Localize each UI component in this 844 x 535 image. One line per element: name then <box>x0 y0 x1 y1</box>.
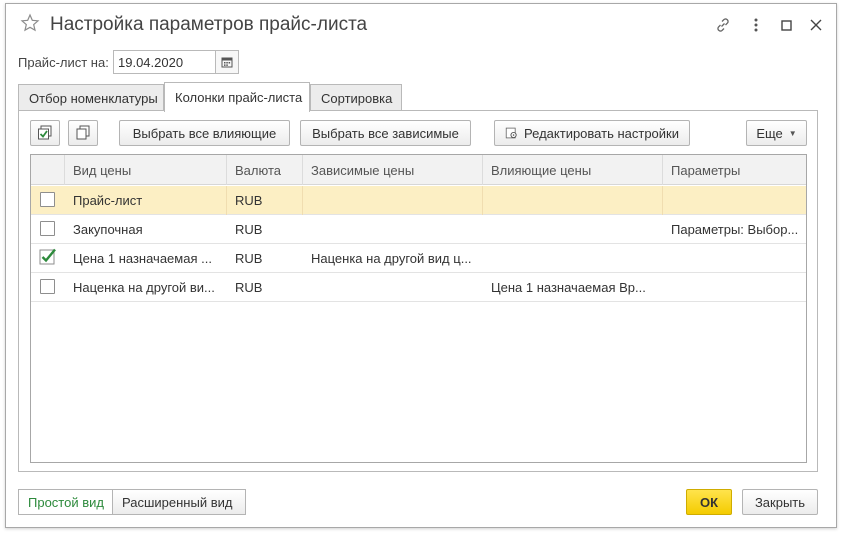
copy-icon <box>76 125 90 140</box>
cell-dependent <box>303 215 483 244</box>
row-checkbox[interactable] <box>40 221 55 236</box>
title-bar: Настройка параметров прайс-листа <box>6 4 836 46</box>
cell-params <box>663 186 806 215</box>
simple-view-button[interactable]: Простой вид <box>18 489 113 515</box>
header-check <box>31 155 65 185</box>
uncheck-all-button[interactable] <box>68 120 98 146</box>
price-columns-table: Вид цены Валюта Зависимые цены Влияющие … <box>30 154 807 463</box>
window-title: Настройка параметров прайс-листа <box>50 14 368 35</box>
header-currency[interactable]: Валюта <box>227 155 303 185</box>
extended-view-button[interactable]: Расширенный вид <box>112 489 246 515</box>
cell-price-type: Наценка на другой ви... <box>73 280 215 295</box>
star-icon[interactable] <box>20 13 40 33</box>
table-row[interactable]: Прайс-лист RUB <box>31 186 806 215</box>
row-checkbox[interactable] <box>40 279 55 294</box>
tab-sorting[interactable]: Сортировка <box>310 84 402 111</box>
close-icon[interactable] <box>807 16 825 34</box>
cell-price-type: Закупочная <box>73 222 143 237</box>
select-all-influencing-button[interactable]: Выбрать все влияющие <box>119 120 290 146</box>
cell-currency: RUB <box>235 251 263 266</box>
tab-nomenclature-filter[interactable]: Отбор номенклатуры <box>18 84 164 111</box>
row-checkbox[interactable] <box>40 192 55 207</box>
cell-price-type: Цена 1 назначаемая ... <box>73 251 212 266</box>
date-label: Прайс-лист на: <box>18 55 109 70</box>
header-params[interactable]: Параметры <box>663 155 806 185</box>
cell-price-type: Прайс-лист <box>65 186 227 215</box>
cell-influencing <box>483 244 663 273</box>
header-influencing[interactable]: Влияющие цены <box>483 155 663 185</box>
select-all-dependent-button[interactable]: Выбрать все зависимые <box>300 120 471 146</box>
calendar-icon <box>221 57 233 68</box>
date-input[interactable] <box>113 50 215 74</box>
edit-settings-button[interactable]: Редактировать настройки <box>494 120 690 146</box>
cell-currency: RUB <box>235 222 263 237</box>
check-all-icon <box>38 125 52 140</box>
cell-influencing: Цена 1 назначаемая Вр... <box>491 280 646 295</box>
header-dependent[interactable]: Зависимые цены <box>303 155 483 185</box>
cell-currency: RUB <box>235 280 263 295</box>
check-all-button[interactable] <box>30 120 60 146</box>
header-price-type[interactable]: Вид цены <box>65 155 227 185</box>
grid-toolbar: Выбрать все влияющие Выбрать все зависим… <box>18 120 807 146</box>
edit-settings-label: Редактировать настройки <box>524 125 679 141</box>
more-label: Еще <box>756 125 783 141</box>
table-header: Вид цены Валюта Зависимые цены Влияющие … <box>31 155 806 185</box>
tab-label: Сортировка <box>321 91 393 106</box>
settings-icon <box>505 127 517 139</box>
cell-currency: RUB <box>227 186 303 215</box>
cell-params <box>663 244 806 273</box>
calendar-button[interactable] <box>215 50 239 74</box>
more-icon[interactable] <box>747 16 765 34</box>
maximize-icon[interactable] <box>777 16 795 34</box>
cell-dependent <box>303 273 483 302</box>
tab-label: Колонки прайс-листа <box>175 90 303 105</box>
tab-price-list-columns[interactable]: Колонки прайс-листа <box>164 82 310 112</box>
cell-dependent: Наценка на другой вид ц... <box>311 251 472 266</box>
checkmark-icon <box>39 248 56 265</box>
dialog-window: Настройка параметров прайс-листа Прайс-л… <box>5 3 837 528</box>
table-row[interactable]: Наценка на другой ви... RUB Цена 1 назна… <box>31 273 806 302</box>
row-checkbox-checked[interactable] <box>39 247 57 268</box>
tab-label: Отбор номенклатуры <box>29 91 158 106</box>
cell-influencing <box>483 215 663 244</box>
ok-button[interactable]: ОК <box>686 489 732 515</box>
cell-influencing <box>483 186 663 215</box>
cell-params: Параметры: Выбор... <box>671 222 799 237</box>
table-row[interactable]: Цена 1 назначаемая ... RUB Наценка на др… <box>31 244 806 273</box>
cell-dependent <box>303 186 483 215</box>
cell-params <box>663 273 806 302</box>
close-button[interactable]: Закрыть <box>742 489 818 515</box>
chevron-down-icon: ▼ <box>788 128 797 138</box>
more-menu-button[interactable]: Еще ▼ <box>746 120 807 146</box>
table-row[interactable]: Закупочная RUB Параметры: Выбор... <box>31 215 806 244</box>
link-icon[interactable] <box>714 16 732 34</box>
